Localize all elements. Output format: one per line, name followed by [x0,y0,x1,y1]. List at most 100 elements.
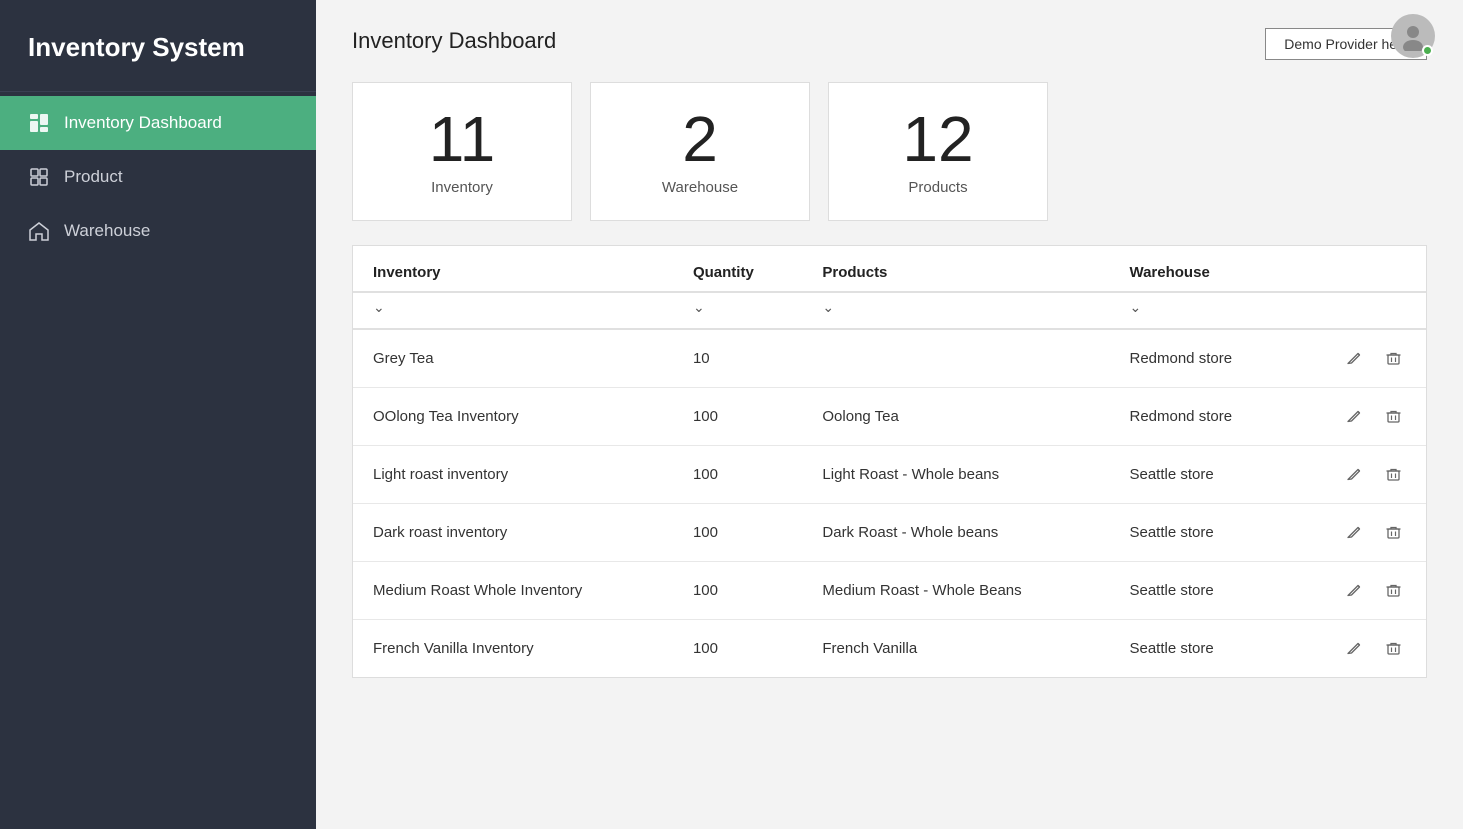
col-header-products: Products [802,246,1109,292]
stat-products-label: Products [908,179,967,196]
sidebar-item-dashboard[interactable]: Inventory Dashboard [0,96,316,150]
stat-warehouse-label: Warehouse [662,179,738,196]
sidebar-item-product[interactable]: Product [0,150,316,204]
page-title: Inventory Dashboard [352,28,556,54]
trash-icon [1385,524,1402,541]
product-icon [28,166,50,188]
main-content: Inventory Dashboard Demo Provider help 1… [316,0,1463,829]
cell-products: Light Roast - Whole beans [802,446,1109,504]
stat-card-warehouse: 2 Warehouse [590,82,810,221]
filter-inventory: ⌄ [353,292,673,329]
cell-quantity: 10 [673,329,802,388]
filter-actions [1292,292,1426,329]
cell-actions [1292,329,1426,388]
edit-icon [1346,408,1363,425]
cell-quantity: 100 [673,620,802,678]
chevron-down-inventory[interactable]: ⌄ [373,299,385,315]
cell-warehouse: Seattle store [1109,562,1292,620]
edit-button[interactable] [1342,406,1367,427]
cell-quantity: 100 [673,504,802,562]
stat-inventory-number: 11 [429,107,495,171]
cell-quantity: 100 [673,446,802,504]
filter-quantity: ⌄ [673,292,802,329]
col-header-quantity: Quantity [673,246,802,292]
table-row: Dark roast inventory 100 Dark Roast - Wh… [353,504,1426,562]
stat-card-inventory: 11 Inventory [352,82,572,221]
cell-actions [1292,620,1426,678]
edit-icon [1346,350,1363,367]
cell-products [802,329,1109,388]
cell-warehouse: Seattle store [1109,620,1292,678]
trash-icon [1385,466,1402,483]
cell-inventory: Light roast inventory [353,446,673,504]
avatar [1391,14,1435,58]
avatar-status-dot [1422,45,1433,56]
edit-button[interactable] [1342,348,1367,369]
warehouse-icon [28,220,50,242]
sidebar-nav: Inventory Dashboard Product Warehouse [0,92,316,258]
cell-quantity: 100 [673,388,802,446]
table-row: French Vanilla Inventory 100 French Vani… [353,620,1426,678]
edit-button[interactable] [1342,580,1367,601]
edit-icon [1346,582,1363,599]
stat-products-number: 12 [902,107,973,171]
cell-actions [1292,446,1426,504]
col-header-inventory: Inventory [353,246,673,292]
col-header-warehouse: Warehouse [1109,246,1292,292]
delete-button[interactable] [1381,348,1406,369]
delete-button[interactable] [1381,638,1406,659]
table-row: Medium Roast Whole Inventory 100 Medium … [353,562,1426,620]
sidebar: Inventory System Inventory Dashboard [0,0,316,829]
sidebar-item-dashboard-label: Inventory Dashboard [64,113,222,133]
cell-quantity: 100 [673,562,802,620]
inventory-table-container: Inventory Quantity Products Warehouse ⌄ … [352,245,1427,678]
col-header-actions [1292,246,1426,292]
cell-products: French Vanilla [802,620,1109,678]
cell-products: Oolong Tea [802,388,1109,446]
table-row: Light roast inventory 100 Light Roast - … [353,446,1426,504]
cell-actions [1292,504,1426,562]
stat-warehouse-number: 2 [682,107,718,171]
trash-icon [1385,350,1402,367]
filter-products: ⌄ [802,292,1109,329]
cell-inventory: Dark roast inventory [353,504,673,562]
edit-icon [1346,640,1363,657]
dashboard-icon [28,112,50,134]
table-header-row: Inventory Quantity Products Warehouse [353,246,1426,292]
trash-icon [1385,640,1402,657]
avatar-wrapper [1391,14,1435,58]
cell-products: Medium Roast - Whole Beans [802,562,1109,620]
cell-warehouse: Redmond store [1109,388,1292,446]
app-title: Inventory System [0,0,316,92]
cell-actions [1292,388,1426,446]
delete-button[interactable] [1381,406,1406,427]
cell-warehouse: Redmond store [1109,329,1292,388]
cell-inventory: Medium Roast Whole Inventory [353,562,673,620]
chevron-down-products[interactable]: ⌄ [822,299,834,315]
delete-button[interactable] [1381,464,1406,485]
table-row: Grey Tea 10 Redmond store [353,329,1426,388]
stats-row: 11 Inventory 2 Warehouse 12 Products [352,82,1427,221]
cell-inventory: Grey Tea [353,329,673,388]
sidebar-item-warehouse[interactable]: Warehouse [0,204,316,258]
edit-button[interactable] [1342,464,1367,485]
delete-button[interactable] [1381,580,1406,601]
cell-warehouse: Seattle store [1109,446,1292,504]
sidebar-item-product-label: Product [64,167,123,187]
filter-row: ⌄ ⌄ ⌄ ⌄ [353,292,1426,329]
cell-actions [1292,562,1426,620]
chevron-down-quantity[interactable]: ⌄ [693,299,705,315]
header: Inventory Dashboard Demo Provider help [316,0,1463,60]
delete-button[interactable] [1381,522,1406,543]
cell-products: Dark Roast - Whole beans [802,504,1109,562]
table-row: OOlong Tea Inventory 100 Oolong Tea Redm… [353,388,1426,446]
table-body: Grey Tea 10 Redmond store [353,329,1426,677]
edit-icon [1346,466,1363,483]
edit-button[interactable] [1342,638,1367,659]
trash-icon [1385,408,1402,425]
stat-inventory-label: Inventory [431,179,493,196]
edit-button[interactable] [1342,522,1367,543]
cell-inventory: French Vanilla Inventory [353,620,673,678]
chevron-down-warehouse[interactable]: ⌄ [1129,299,1141,315]
edit-icon [1346,524,1363,541]
